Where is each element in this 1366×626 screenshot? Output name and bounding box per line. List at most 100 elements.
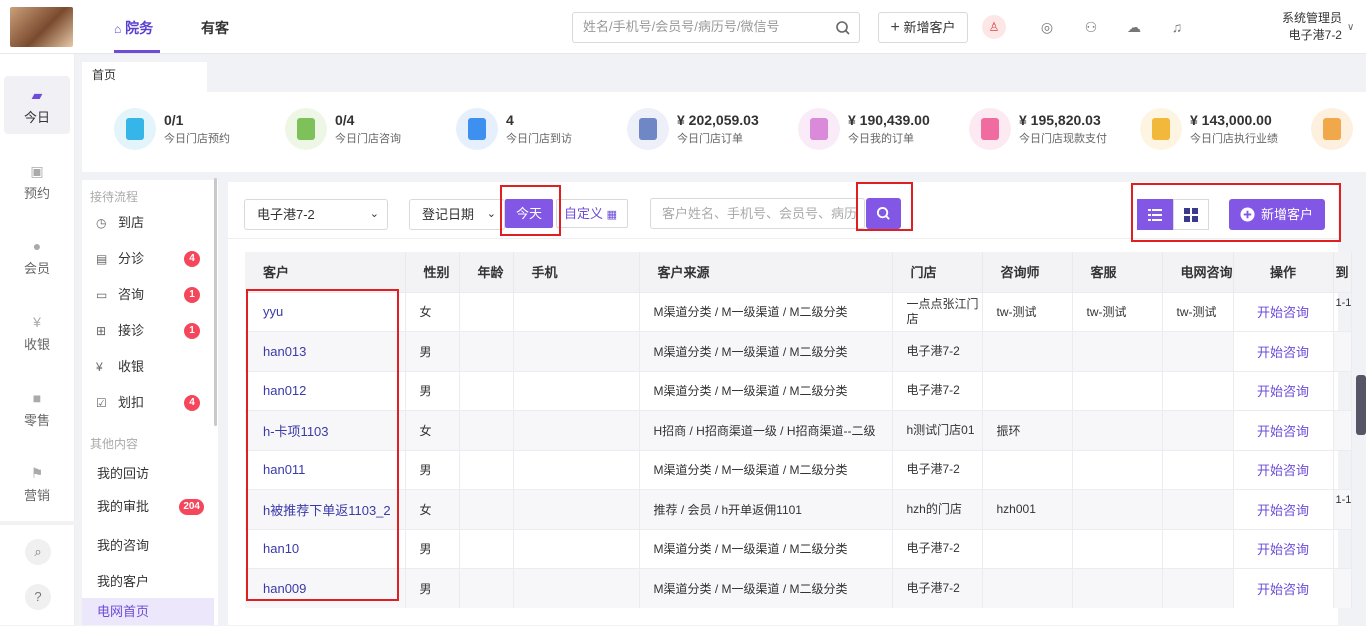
search-icon[interactable]: ⌕ (25, 539, 51, 565)
count-badge: 4 (184, 395, 200, 411)
column-header[interactable]: 客服 (1072, 252, 1163, 292)
member-icon: ● (32, 238, 42, 254)
sidebar-item-retail[interactable]: ■ 零售 (4, 379, 70, 437)
table-cell-phone (513, 370, 640, 411)
global-search-input[interactable] (583, 19, 823, 34)
table-cell-gender: 女 (405, 291, 460, 332)
table-row[interactable]: han009 男 M渠道分类 / M一级渠道 / M二级分类 电子港7-2 开始咨询 (245, 568, 1353, 608)
stat-label: 今日我的订单 (848, 133, 914, 145)
panel-scrollbar[interactable] (214, 178, 217, 426)
start-consult-link[interactable]: 开始咨询 (1233, 410, 1334, 450)
bell-icon[interactable]: ♫ (1166, 16, 1188, 38)
stat-card[interactable]: 0/4 今日门店咨询 (285, 106, 455, 154)
sidebar-item-appointment[interactable]: ▣ 预约 (4, 152, 70, 210)
column-header[interactable]: 性别 (405, 252, 460, 292)
table-cell-service: tw-测试 (1072, 291, 1163, 332)
stat-card[interactable]: 4 今日门店到访 (456, 106, 626, 154)
table-cell-consultant (982, 528, 1073, 569)
sidebar-item-marketing[interactable]: ⚑ 营销 (4, 454, 70, 512)
search-icon[interactable] (835, 20, 851, 36)
alert-icon[interactable]: ♙ (982, 15, 1006, 39)
header-add-customer-button[interactable]: + 新增客户 (878, 12, 968, 43)
table-row[interactable]: han013 男 M渠道分类 / M一级渠道 / M二级分类 电子港7-2 开始咨询 (245, 331, 1353, 371)
start-consult-link[interactable]: 开始咨询 (1233, 291, 1334, 332)
stat-card[interactable]: ¥ 143,000.00 今日门店执行业绩 (1140, 106, 1310, 154)
table-cell-phone (513, 331, 640, 371)
chart-icon: ▰ (31, 87, 43, 103)
table-row[interactable]: h-卡项1103 女 H招商 / H招商渠道一级 / H招商渠道--二级 h测试门店0… (245, 410, 1353, 450)
table-cell-store: 一点点张江门店 (892, 291, 983, 332)
flow-item-deduct[interactable]: ☑ 划扣 4 (96, 389, 206, 417)
start-consult-link[interactable]: 开始咨询 (1233, 528, 1334, 569)
chevron-down-icon[interactable]: ∨ (1347, 22, 1354, 33)
flow-item-cashier[interactable]: ¥ 收银 (96, 353, 206, 381)
table-row[interactable]: han10 男 M渠道分类 / M一级渠道 / M二级分类 电子港7-2 开始咨询 (245, 528, 1353, 569)
flow-item-reception[interactable]: ⊞ 接诊 1 (96, 317, 206, 345)
table-cell-phone (513, 528, 640, 569)
add-customer-label: 新增客户 (903, 20, 956, 35)
stat-card[interactable]: ¥ 202,059.03 今日门店订单 (627, 106, 797, 154)
other-item-approval[interactable]: 我的审批 204 (82, 493, 206, 521)
start-consult-link[interactable]: 开始咨询 (1233, 489, 1334, 529)
other-item-followup[interactable]: 我的回访 (97, 463, 149, 482)
table-cell-phone (513, 449, 640, 490)
table-cell-net (1162, 331, 1234, 371)
start-consult-link[interactable]: 开始咨询 (1233, 568, 1334, 608)
flow-item-triage[interactable]: ▤ 分诊 4 (96, 245, 206, 273)
plus-icon: + (890, 19, 900, 36)
table-cell-net: tw-测试 (1162, 291, 1234, 332)
section-title-other: 其他内容 (90, 437, 139, 451)
customer-search-input[interactable] (662, 206, 857, 221)
table-row[interactable]: han012 男 M渠道分类 / M一级渠道 / M二级分类 电子港7-2 开始咨询 (245, 370, 1353, 411)
flow-item-arrive[interactable]: ◷ 到店 (96, 209, 206, 237)
nav-tab-yuanwu[interactable]: ⌂ 院务 (114, 18, 153, 38)
date-type-select[interactable]: 登记日期 ⌄ (409, 199, 505, 230)
page-scrollbar[interactable] (1356, 375, 1366, 435)
other-item-net-home[interactable]: 电网首页 (82, 598, 214, 625)
chat-icon[interactable]: ◎ (1036, 16, 1058, 38)
sidebar-item-cashier[interactable]: ¥ 收银 (4, 303, 70, 361)
table-cell-store: 电子港7-2 (892, 370, 983, 411)
column-header[interactable]: 年龄 (459, 252, 514, 292)
help-icon[interactable]: ? (25, 584, 51, 610)
home-icon: ⌂ (114, 22, 122, 36)
sidebar-item-member[interactable]: ● 会员 (4, 227, 70, 285)
start-consult-link[interactable]: 开始咨询 (1233, 331, 1334, 371)
other-item-consult[interactable]: 我的咨询 (97, 535, 149, 554)
table-row[interactable]: h被推荐下单返1103_2 女推荐 / 会员 / h开单返佣1101 hzh的门店 h… (245, 489, 1353, 529)
sidebar-item-today[interactable]: ▰ 今日 (4, 76, 70, 134)
column-header[interactable]: 客户来源 (639, 252, 893, 292)
stat-card[interactable]: ¥ 195,820.03 今日门店现款支付 (969, 106, 1139, 154)
flow-item-consult[interactable]: ▭ 咨询 1 (96, 281, 206, 309)
table-cell-extra (1333, 449, 1353, 490)
money-bag-icon (969, 108, 1011, 150)
stat-card[interactable]: ¥ 190,439.00 今日我的订单 (798, 106, 968, 154)
table-cell-age (459, 331, 514, 371)
table-cell-age (459, 528, 514, 569)
stat-card[interactable] (1311, 106, 1366, 154)
start-consult-link[interactable]: 开始咨询 (1233, 370, 1334, 411)
table-cell-gender: 男 (405, 528, 460, 569)
user-avatar[interactable] (10, 7, 73, 47)
column-header[interactable]: 手机 (513, 252, 640, 292)
highlight-search (856, 182, 913, 231)
column-header[interactable]: 客户 (245, 252, 406, 292)
page-tab-home[interactable]: 首页 (82, 62, 207, 92)
table-cell-age (459, 291, 514, 332)
nav-tab-youke[interactable]: 有客 (201, 18, 229, 38)
custom-date-button[interactable]: 自定义 ▦ (556, 199, 628, 228)
start-consult-link[interactable]: 开始咨询 (1233, 449, 1334, 490)
column-header[interactable]: 门店 (892, 252, 983, 292)
flow-item-label: 咨询 (118, 287, 145, 302)
stat-card[interactable]: 0/1 今日门店预约 (114, 106, 284, 154)
column-header[interactable]: 咨询师 (982, 252, 1073, 292)
chevron-down-icon: ⌄ (486, 208, 496, 220)
group-icon[interactable]: ⚇ (1080, 16, 1102, 38)
column-header[interactable]: 电网咨询 (1162, 252, 1234, 292)
user-menu[interactable]: 系统管理员 电子港7-2 (1282, 10, 1342, 44)
store-select[interactable]: 电子港7-2 ⌄ (244, 199, 388, 230)
other-item-customers[interactable]: 我的客户 (97, 571, 149, 590)
table-row[interactable]: yyu 女 M渠道分类 / M一级渠道 / M二级分类 一点点张江门店 tw-测试 tw-… (245, 291, 1353, 332)
table-row[interactable]: han011 男 M渠道分类 / M一级渠道 / M二级分类 电子港7-2 开始咨询 (245, 449, 1353, 490)
cloud-icon[interactable]: ☁ (1123, 16, 1145, 38)
